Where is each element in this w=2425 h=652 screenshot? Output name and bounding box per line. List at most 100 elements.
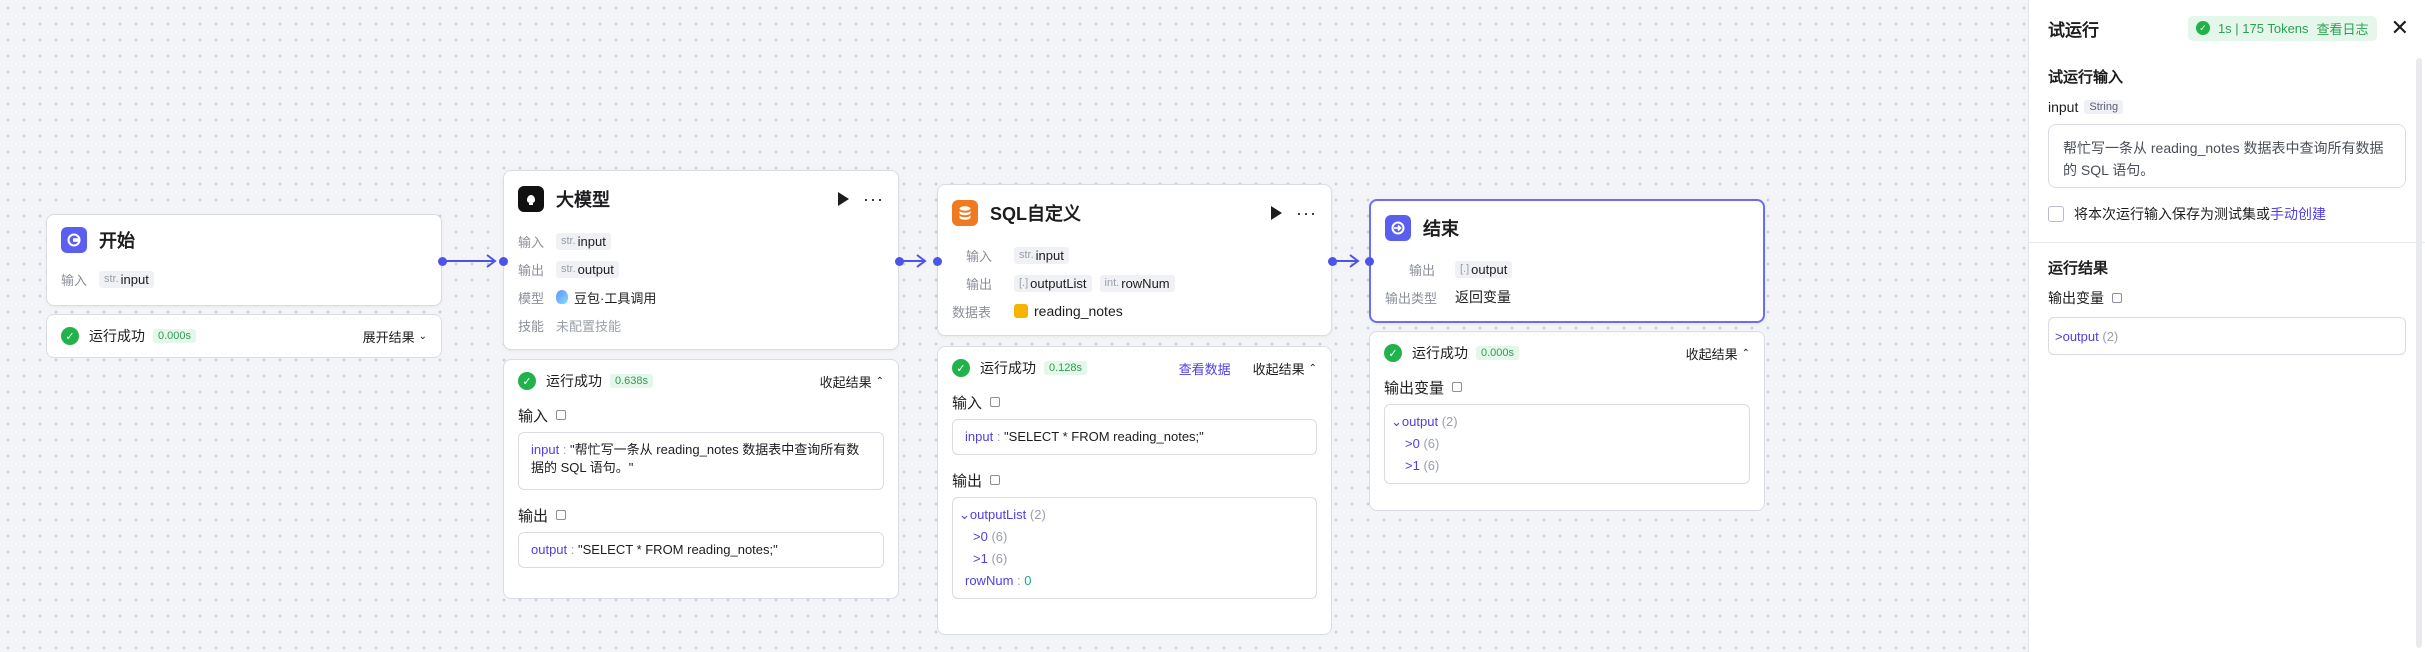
- view-data-link[interactable]: 查看数据: [1179, 359, 1231, 378]
- input-label: 输入: [518, 234, 545, 250]
- result-section: 运行结果 输出变量 >output (2): [2029, 247, 2425, 355]
- edge-sql-end-arrow: [1349, 254, 1360, 268]
- sql-in-handle[interactable]: [933, 257, 942, 266]
- panel-scrollbar[interactable]: [2416, 58, 2422, 648]
- tree-item-0[interactable]: >0 (6): [1391, 433, 1737, 455]
- status-text: 运行成功: [980, 360, 1036, 376]
- output-var-box: >output (2): [2048, 317, 2406, 355]
- expand-results-button[interactable]: 展开结果 ⌄: [363, 327, 427, 346]
- sql-output-row: 输出 [.] outputList int. rowNum: [938, 269, 1331, 297]
- sql-node[interactable]: SQL自定义 ··· 输入 str. input 输出 [.] outputList…: [937, 184, 1332, 336]
- result-section-title: 运行结果: [2048, 259, 2109, 277]
- node-title: SQL自定义: [990, 204, 1082, 224]
- start-node[interactable]: 开始 输入 str. input: [46, 214, 442, 306]
- run-icon[interactable]: [838, 192, 850, 206]
- db-label: 数据表: [952, 304, 992, 320]
- output-var-tag: str. output: [556, 260, 619, 278]
- output-var-section-title: 输出变量: [1370, 374, 1764, 400]
- model-label: 模型: [518, 290, 545, 306]
- collapse-results-button[interactable]: 收起结果 ⌃: [1686, 344, 1750, 363]
- chevron-up-icon: ⌃: [875, 375, 884, 387]
- llm-node[interactable]: 大模型 ··· 输入 str. input 输出 str. output 模型 豆包…: [503, 170, 899, 350]
- skill-label: 技能: [518, 318, 545, 334]
- input-value-box: input : "帮忙写一条从 reading_notes 数据表中查询所有数据…: [518, 432, 884, 490]
- time-badge: 0.638s: [610, 374, 654, 388]
- start-icon: [61, 227, 87, 253]
- time-badge: 0.000s: [1476, 346, 1520, 360]
- node-title: 开始: [99, 231, 135, 251]
- tree-item-outputList[interactable]: ⌄outputList (2): [959, 504, 1304, 526]
- copy-icon[interactable]: [2112, 293, 2122, 303]
- llm-brain-icon: [518, 186, 544, 212]
- close-icon[interactable]: ✕: [2391, 17, 2409, 39]
- copy-icon[interactable]: [990, 397, 1001, 407]
- copy-icon[interactable]: [556, 410, 567, 420]
- output-value-box: ⌄outputList (2) >0 (6) >1 (6) rowNum : 0: [952, 497, 1317, 599]
- llm-in-handle[interactable]: [499, 257, 508, 266]
- chevron-up-icon: ⌃: [1308, 362, 1317, 374]
- tree-item-1[interactable]: >1 (6): [959, 548, 1304, 570]
- end-node[interactable]: 结束 输出 [.] output 输出类型 返回变量: [1369, 199, 1765, 323]
- llm-input-row: 输入 str. input: [504, 227, 898, 255]
- db-value: reading_notes: [1034, 303, 1123, 319]
- start-input-row: 输入 str. input: [47, 265, 441, 293]
- llm-out-handle[interactable]: [895, 257, 904, 266]
- workflow-canvas[interactable]: 开始 输入 str. input ✓ 运行成功 0.000s 展开结果 ⌄ 大模型 …: [0, 0, 2028, 652]
- more-icon[interactable]: ···: [863, 190, 884, 208]
- status-text: 运行成功: [89, 328, 145, 344]
- success-icon: ✓: [61, 327, 79, 345]
- status-text: 运行成功: [1412, 345, 1468, 361]
- copy-icon[interactable]: [990, 475, 1001, 485]
- success-icon: ✓: [952, 359, 970, 377]
- manual-create-link[interactable]: 手动创建: [2270, 204, 2326, 224]
- success-icon: ✓: [1384, 344, 1402, 362]
- start-out-handle[interactable]: [438, 257, 447, 266]
- llm-model-row: 模型 豆包·工具调用: [504, 283, 898, 311]
- view-log-link[interactable]: 查看日志: [2317, 19, 2369, 38]
- tree-item-1[interactable]: >1 (6): [1391, 455, 1737, 477]
- input-field-label: input String: [2048, 96, 2406, 118]
- save-testset-row: 将本次运行输入保存为测试集或 手动创建: [2048, 196, 2406, 232]
- start-result: ✓ 运行成功 0.000s 展开结果 ⌄: [46, 314, 442, 358]
- end-in-handle[interactable]: [1365, 257, 1374, 266]
- collapse-results-button[interactable]: 收起结果 ⌃: [1253, 359, 1317, 378]
- input-var-tag: str. input: [99, 270, 154, 288]
- end-result: ✓ 运行成功 0.000s 收起结果 ⌃ 输出变量 ⌄output (2) >0 …: [1369, 331, 1765, 511]
- node-title: 大模型: [556, 190, 610, 210]
- time-badge: 0.000s: [153, 329, 197, 343]
- test-run-panel: 试运行 ✓ 1s | 175 Tokens 查看日志 ✕ 试运行输入 input…: [2028, 0, 2425, 652]
- input-label: 输入: [61, 272, 88, 288]
- edge-start-llm-arrow: [486, 254, 497, 268]
- sql-result: ✓ 运行成功 0.128s 查看数据 收起结果 ⌃ 输入 input : "SEL…: [937, 346, 1332, 635]
- sql-db-row: 数据表 reading_notes: [938, 297, 1331, 325]
- tree-item-rowNum: rowNum : 0: [965, 573, 1032, 588]
- llm-output-row: 输出 str. output: [504, 255, 898, 283]
- input-textarea[interactable]: 帮忙写一条从 reading_notes 数据表中查询所有数据的 SQL 语句。: [2048, 124, 2406, 188]
- collapse-results-button[interactable]: 收起结果 ⌃: [820, 372, 884, 391]
- copy-icon[interactable]: [1452, 382, 1463, 392]
- edge-llm-sql-arrow: [916, 254, 927, 268]
- copy-icon[interactable]: [556, 510, 567, 520]
- more-icon[interactable]: ···: [1296, 204, 1317, 222]
- success-icon: ✓: [2195, 21, 2210, 35]
- output-type-label: 输出类型: [1385, 290, 1438, 306]
- llm-skill-row: 技能 未配置技能: [504, 311, 898, 339]
- output-var-box: ⌄output (2) >0 (6) >1 (6): [1384, 404, 1750, 484]
- end-output-row: 输出 [.] output: [1371, 255, 1763, 283]
- save-testset-checkbox[interactable]: [2048, 206, 2064, 222]
- sql-out-handle[interactable]: [1328, 257, 1337, 266]
- panel-header: 试运行 ✓ 1s | 175 Tokens 查看日志 ✕: [2029, 0, 2425, 56]
- time-badge: 0.128s: [1044, 361, 1088, 375]
- type-badge: String: [2084, 100, 2124, 114]
- tree-item-output[interactable]: ⌄output (2): [1391, 411, 1737, 433]
- panel-title: 试运行: [2048, 20, 2099, 40]
- tree-item-0[interactable]: >0 (6): [959, 526, 1304, 548]
- chevron-up-icon: ⌃: [1741, 347, 1750, 359]
- run-icon[interactable]: [1271, 206, 1283, 220]
- output-list-tag: [.] outputList: [1014, 274, 1092, 292]
- end-icon: [1385, 215, 1411, 241]
- table-icon: [1014, 304, 1028, 318]
- tree-item-output[interactable]: >output (2): [2055, 329, 2118, 344]
- output-var-tag: [.] output: [1455, 260, 1513, 278]
- doubao-model-icon: [556, 290, 568, 304]
